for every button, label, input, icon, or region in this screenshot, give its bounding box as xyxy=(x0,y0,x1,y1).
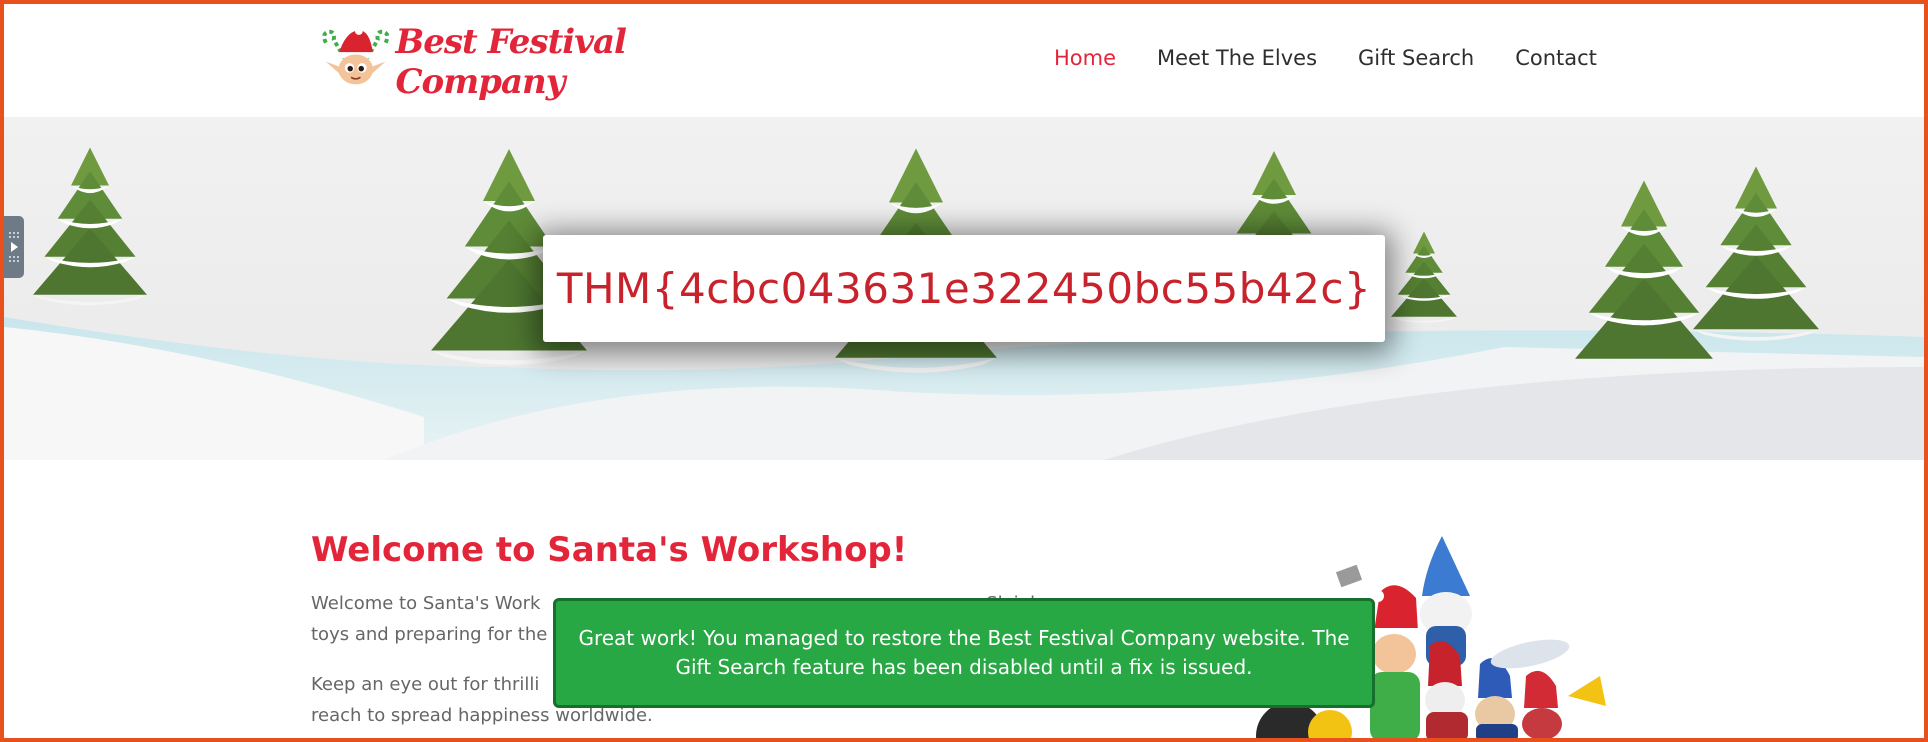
site-logo[interactable]: Best Festival Company xyxy=(318,18,718,102)
elf-logo-icon xyxy=(322,26,390,85)
grip-icon xyxy=(9,256,19,262)
updates-text-line1: Keep an eye out for thrilli xyxy=(311,674,540,695)
intro-text-line2: toys and preparing for the xyxy=(311,624,548,645)
hero-banner: THM{4cbc043631e322450bc55b42c} xyxy=(4,117,1924,460)
site-header: Best Festival Company Home Meet The Elve… xyxy=(0,0,1928,117)
flag-card: THM{4cbc043631e322450bc55b42c} xyxy=(543,235,1385,342)
flag-text: THM{4cbc043631e322450bc55b42c} xyxy=(556,264,1372,313)
nav-gift-search[interactable]: Gift Search xyxy=(1358,46,1474,76)
play-tab-icon xyxy=(10,242,18,252)
nav-meet-the-elves[interactable]: Meet The Elves xyxy=(1157,46,1317,76)
grip-icon xyxy=(9,232,19,238)
success-toast: Great work! You managed to restore the B… xyxy=(553,598,1375,708)
intro-text-line1: Welcome to Santa's Work xyxy=(311,593,541,614)
updates-text-line2: reach to spread happiness worldwide. xyxy=(311,705,653,726)
nav-contact[interactable]: Contact xyxy=(1515,46,1597,76)
side-panel-toggle[interactable] xyxy=(4,216,24,278)
main-nav: Home Meet The Elves Gift Search Contact xyxy=(1054,46,1597,76)
page-title: Welcome to Santa's Workshop! xyxy=(311,530,908,570)
logo-text: Best Festival Company xyxy=(395,22,626,102)
toast-message: Great work! You managed to restore the B… xyxy=(578,626,1350,679)
nav-home[interactable]: Home xyxy=(1054,46,1116,76)
